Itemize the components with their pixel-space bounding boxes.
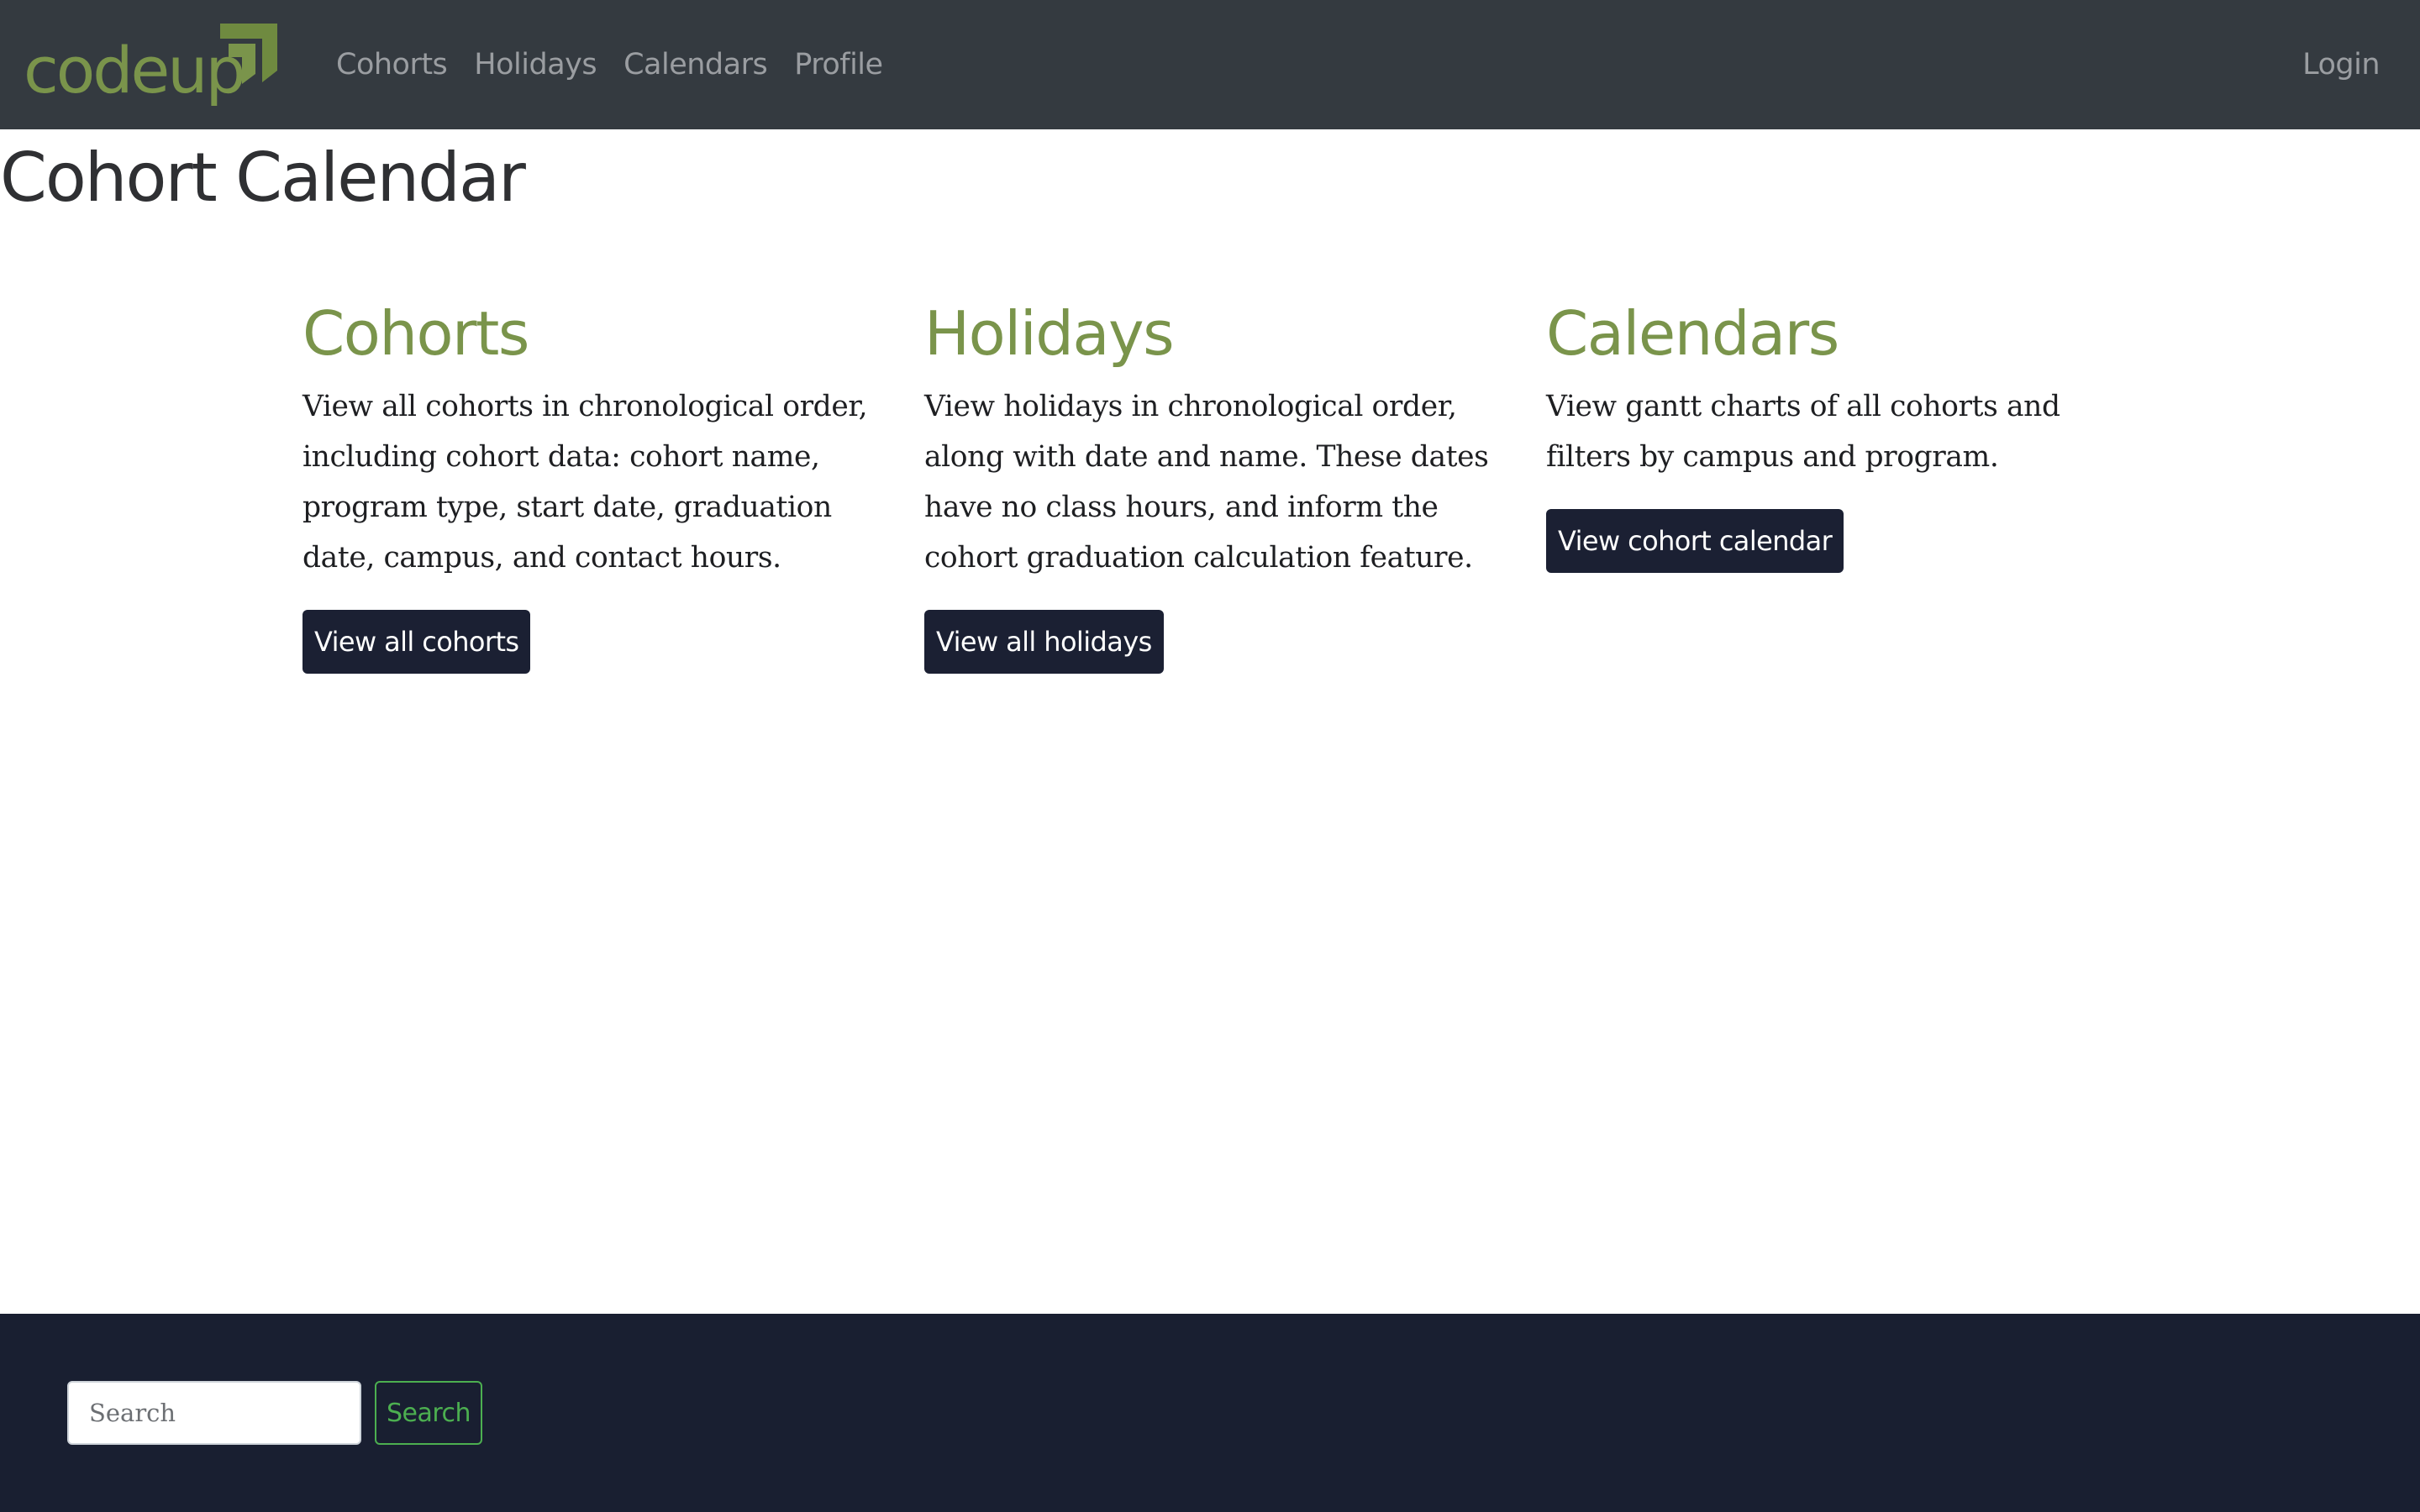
login-link[interactable]: Login [2302, 0, 2380, 129]
nav-link-profile[interactable]: Profile [794, 48, 883, 81]
card-calendars: Calendars View gantt charts of all cohor… [1546, 294, 2126, 573]
search-button[interactable]: Search [375, 1381, 483, 1445]
view-all-cohorts-button[interactable]: View all cohorts [302, 610, 531, 674]
card-description: View all cohorts in chronological order,… [302, 390, 868, 575]
codeup-logo-icon: codeup [24, 24, 277, 108]
view-all-holidays-button[interactable]: View all holidays [924, 610, 1164, 674]
card-title: Calendars [1546, 298, 1839, 369]
card-description: View holidays in chronological order, al… [924, 390, 1489, 575]
search-input[interactable] [67, 1381, 361, 1445]
codeup-logo[interactable]: codeup [22, 18, 282, 113]
card-title: Cohorts [302, 298, 529, 369]
svg-text:codeup: codeup [24, 33, 244, 108]
card-description: View gantt charts of all cohorts and fil… [1546, 390, 2060, 474]
card-holidays: Holidays View holidays in chronological … [924, 294, 1504, 674]
nav-link-cohorts[interactable]: Cohorts [336, 48, 448, 81]
nav-link-holidays[interactable]: Holidays [474, 48, 597, 81]
card-cohorts: Cohorts View all cohorts in chronologica… [302, 294, 882, 674]
nav-links: Cohorts Holidays Calendars Profile [336, 0, 910, 129]
nav-link-calendars[interactable]: Calendars [623, 48, 768, 81]
navbar: codeup Cohorts Holidays Calendars Profil… [0, 0, 2420, 129]
view-cohort-calendar-button[interactable]: View cohort calendar [1546, 509, 1844, 573]
footer: Search [0, 1314, 2420, 1512]
card-title: Holidays [924, 298, 1175, 369]
page-title: Cohort Calendar [0, 139, 526, 217]
